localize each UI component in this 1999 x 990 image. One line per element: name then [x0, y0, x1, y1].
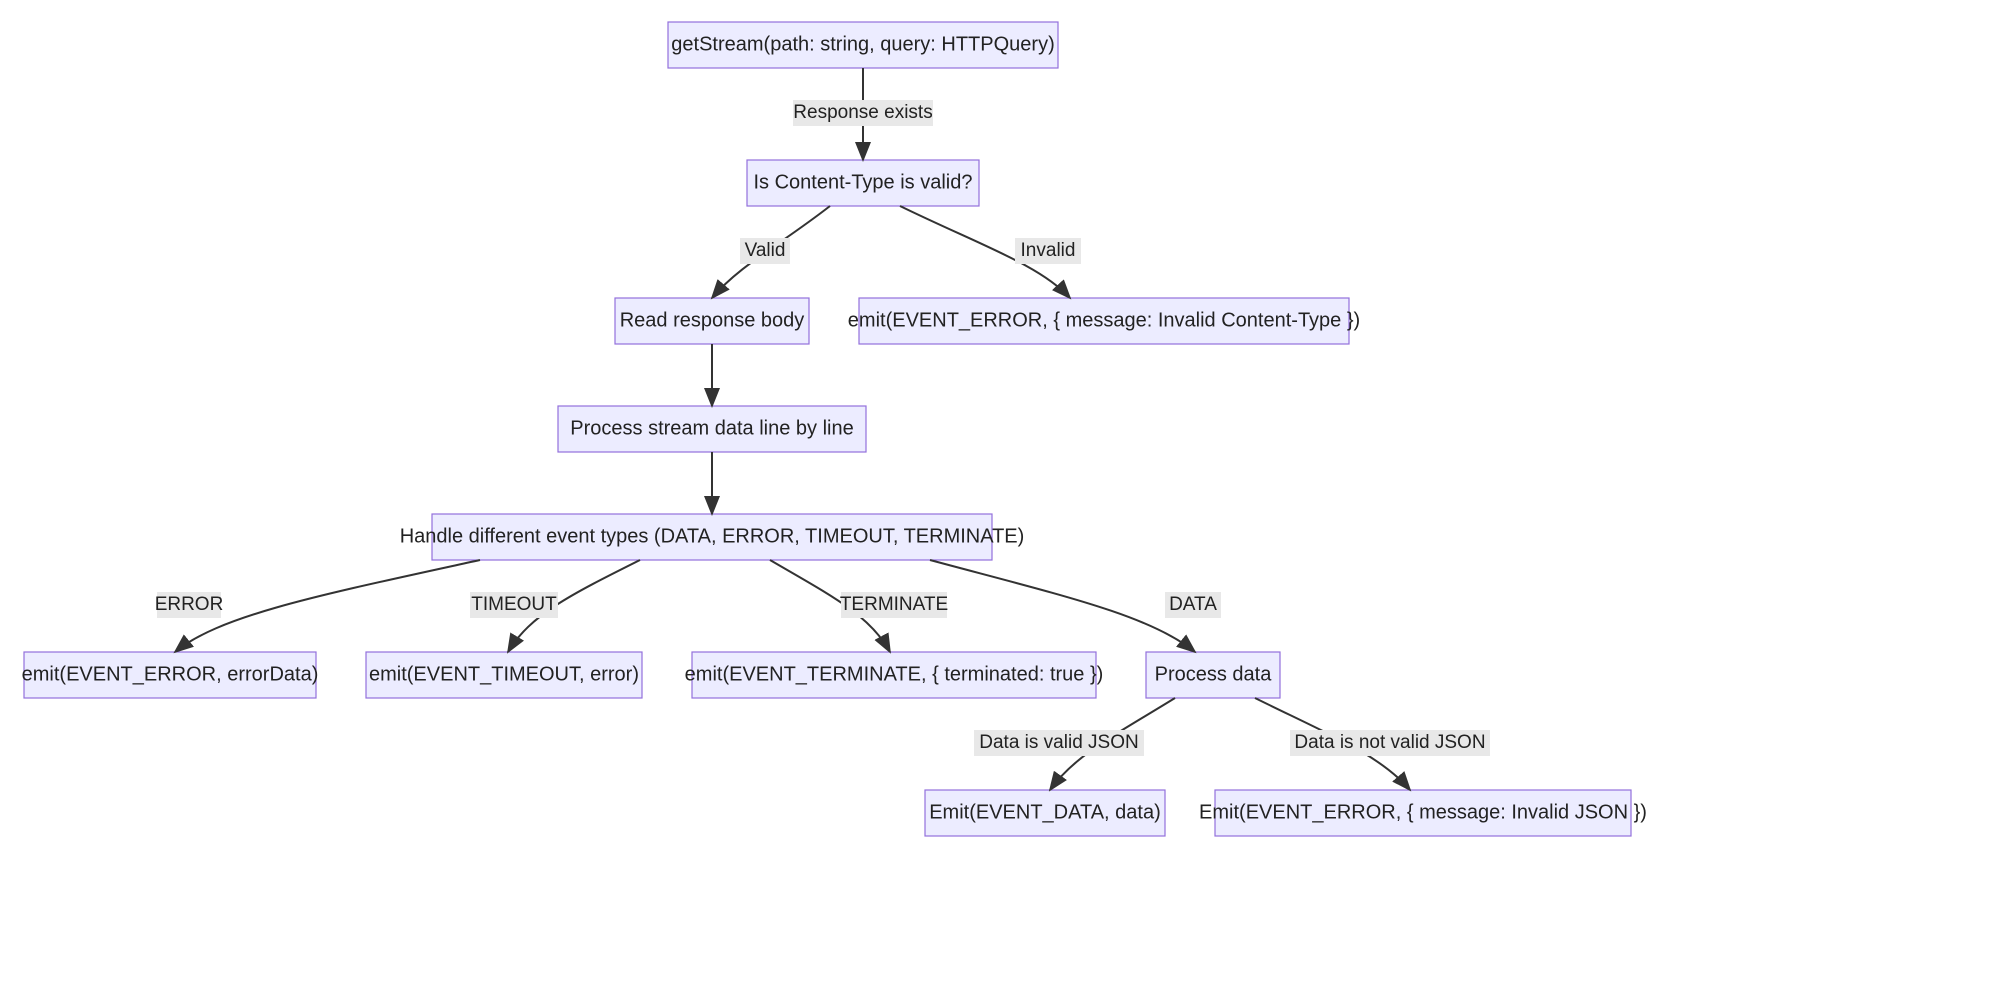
node-check-content-type: Is Content-Type is valid?: [747, 160, 979, 206]
node-start: getStream(path: string, query: HTTPQuery…: [668, 22, 1058, 68]
edge-data-not-valid-json: Data is not valid JSON: [1255, 698, 1490, 790]
node-start-text: getStream(path: string, query: HTTPQuery…: [671, 33, 1054, 55]
edge-terminate: TERMINATE: [770, 560, 948, 652]
edge-data: DATA: [930, 560, 1221, 652]
edge-terminate-label: TERMINATE: [840, 594, 948, 615]
node-process-data-text: Process data: [1155, 663, 1273, 685]
node-read-body-text: Read response body: [620, 309, 805, 331]
node-process-lines-text: Process stream data line by line: [570, 417, 853, 439]
edge-timeout: TIMEOUT: [470, 560, 640, 652]
edge-invalid: Invalid: [900, 206, 1081, 298]
node-emit-data-text: Emit(EVENT_DATA, data): [929, 801, 1161, 823]
edge-timeout-label: TIMEOUT: [471, 594, 557, 615]
node-emit-error: emit(EVENT_ERROR, errorData): [22, 652, 319, 698]
edge-valid-label: Valid: [745, 240, 786, 261]
node-emit-data: Emit(EVENT_DATA, data): [925, 790, 1165, 836]
node-handle-events: Handle different event types (DATA, ERRO…: [400, 514, 1025, 560]
node-emit-bad-json: Emit(EVENT_ERROR, { message: Invalid JSO…: [1199, 790, 1647, 836]
edge-data-valid-json-label: Data is valid JSON: [979, 732, 1138, 753]
node-check-content-type-text: Is Content-Type is valid?: [754, 171, 973, 193]
edge-invalid-label: Invalid: [1021, 240, 1076, 261]
edge-response-exists-label: Response exists: [793, 102, 932, 123]
node-emit-timeout-text: emit(EVENT_TIMEOUT, error): [369, 663, 639, 685]
node-emit-error-text: emit(EVENT_ERROR, errorData): [22, 663, 319, 685]
node-invalid-content-type: emit(EVENT_ERROR, { message: Invalid Con…: [848, 298, 1360, 344]
node-read-body: Read response body: [615, 298, 809, 344]
node-emit-terminate: emit(EVENT_TERMINATE, { terminated: true…: [685, 652, 1104, 698]
edge-valid: Valid: [712, 206, 830, 298]
node-emit-bad-json-text: Emit(EVENT_ERROR, { message: Invalid JSO…: [1199, 801, 1647, 823]
edge-data-valid-json: Data is valid JSON: [974, 698, 1175, 790]
edge-error-label: ERROR: [155, 594, 224, 615]
node-process-data: Process data: [1146, 652, 1280, 698]
edge-data-label: DATA: [1169, 594, 1217, 615]
node-process-lines: Process stream data line by line: [558, 406, 866, 452]
edge-data-not-valid-json-label: Data is not valid JSON: [1294, 732, 1485, 753]
node-handle-events-text: Handle different event types (DATA, ERRO…: [400, 525, 1025, 547]
node-emit-timeout: emit(EVENT_TIMEOUT, error): [366, 652, 642, 698]
edge-error: ERROR: [155, 560, 480, 652]
node-invalid-content-type-text: emit(EVENT_ERROR, { message: Invalid Con…: [848, 309, 1360, 331]
node-emit-terminate-text: emit(EVENT_TERMINATE, { terminated: true…: [685, 663, 1104, 685]
edge-response-exists: Response exists: [793, 68, 933, 160]
